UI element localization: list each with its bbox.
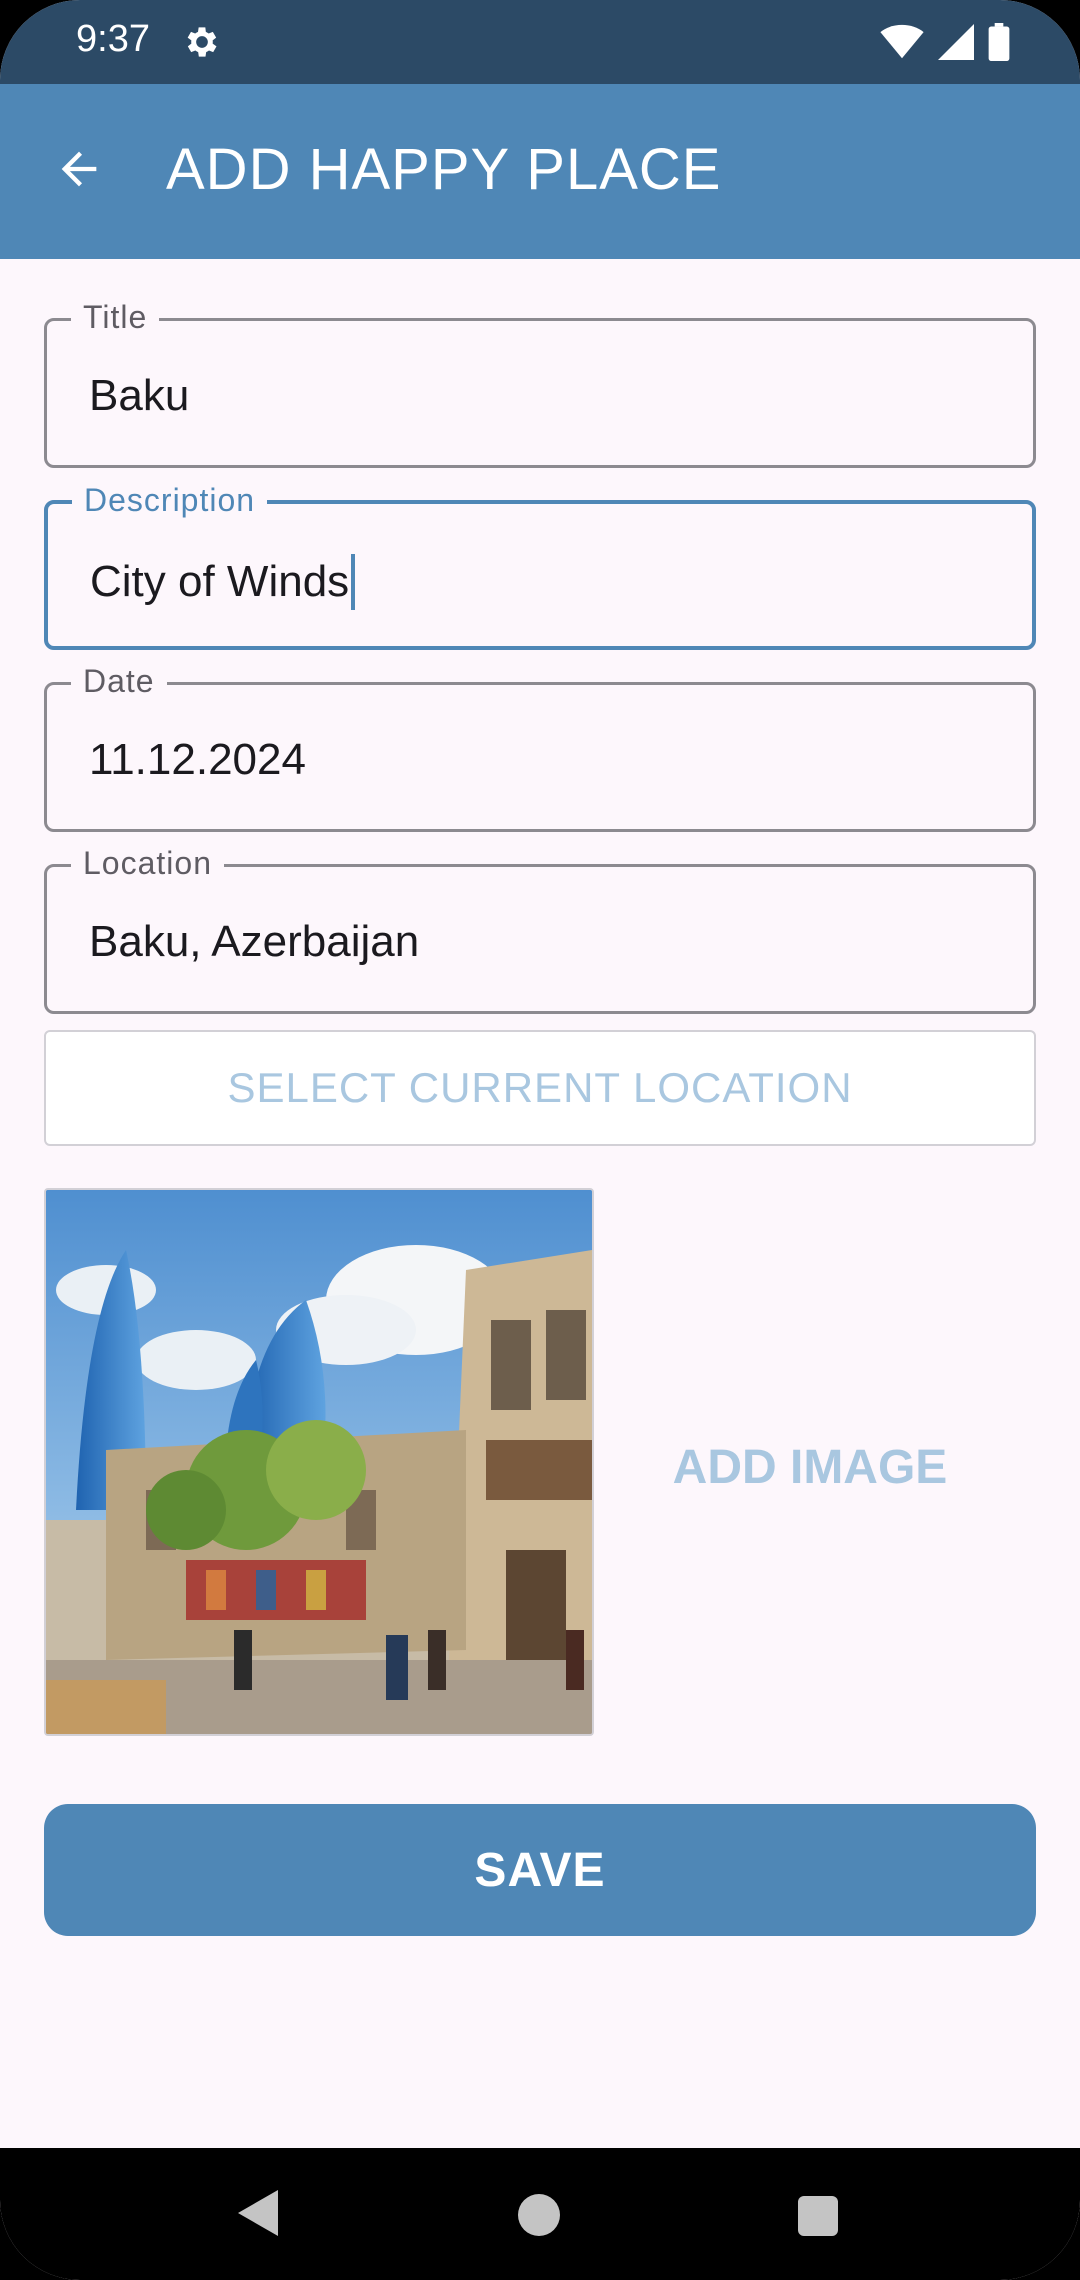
title-field[interactable]: Title Baku xyxy=(44,299,1036,468)
location-field[interactable]: Location Baku, Azerbaijan xyxy=(44,845,1036,1014)
select-current-location-button[interactable]: SELECT CURRENT LOCATION xyxy=(44,1030,1036,1146)
add-image-button[interactable]: ADD IMAGE xyxy=(640,1440,980,1495)
place-photo-illustration xyxy=(46,1190,592,1734)
phone-screen: 9:37 ADD HAPPY PLACE Title Baku Descript… xyxy=(0,0,1080,2280)
place-image xyxy=(44,1188,594,1736)
location-field-value[interactable]: Baku, Azerbaijan xyxy=(89,917,419,967)
description-field-wrapper[interactable]: City of Winds xyxy=(90,554,356,610)
description-field-value[interactable]: City of Winds xyxy=(90,557,349,607)
date-field-label: Date xyxy=(71,663,167,700)
arrow-back-icon xyxy=(61,151,97,187)
description-field[interactable]: Description City of Winds xyxy=(44,482,1036,650)
title-field-value[interactable]: Baku xyxy=(89,371,189,421)
description-field-label: Description xyxy=(72,482,268,519)
gear-icon xyxy=(187,27,217,57)
signal-icon xyxy=(938,24,974,60)
status-bar: 9:37 xyxy=(0,0,1080,84)
page-title: ADD HAPPY PLACE xyxy=(166,137,722,202)
nav-home-icon[interactable] xyxy=(518,2194,560,2236)
nav-back-icon[interactable] xyxy=(236,2188,280,2238)
date-field[interactable]: Date 11.12.2024 xyxy=(44,663,1036,832)
date-field-value[interactable]: 11.12.2024 xyxy=(89,735,306,785)
battery-icon xyxy=(988,23,1010,61)
status-time: 9:37 xyxy=(76,18,150,60)
app-bar: ADD HAPPY PLACE xyxy=(0,84,1080,259)
save-button[interactable]: SAVE xyxy=(44,1804,1036,1936)
location-field-label: Location xyxy=(71,845,224,882)
navigation-bar xyxy=(0,2148,1080,2280)
back-button[interactable] xyxy=(44,134,114,204)
nav-recents-icon[interactable] xyxy=(798,2196,838,2236)
text-cursor xyxy=(351,554,356,610)
title-field-label: Title xyxy=(71,299,160,336)
wifi-icon xyxy=(880,24,924,59)
status-icons xyxy=(880,22,1010,62)
